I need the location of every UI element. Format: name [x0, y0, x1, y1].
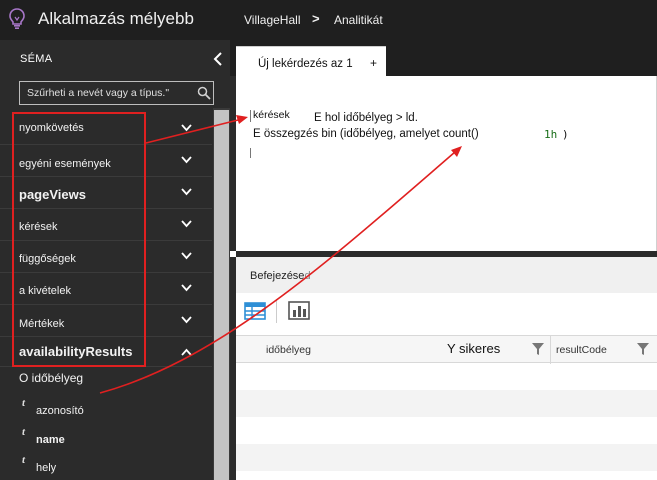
chevron-down-icon[interactable] [181, 188, 192, 196]
field-type-icon: t [22, 426, 26, 438]
table-row[interactable] [236, 444, 657, 471]
tab-new-query[interactable]: Új lekérdezés az 1 + [236, 46, 386, 78]
chevron-down-icon[interactable] [181, 284, 192, 292]
breadcrumb-separator: > [312, 11, 320, 26]
add-tab-button[interactable]: + [370, 56, 377, 70]
schema-header: SÉMA [0, 40, 230, 76]
field-type-icon: t [22, 397, 26, 409]
code-summarize-clause: E összegzés bin (időbélyeg, amelyet coun… [253, 128, 479, 140]
line-marker [250, 148, 251, 158]
column-separator [550, 336, 551, 364]
view-separator [276, 299, 277, 323]
schema-search-input[interactable]: Szűrheti a nevét vagy a típus." [27, 87, 192, 99]
field-label: O időbélyeg [19, 371, 84, 385]
breadcrumb-analytics[interactable]: Analitikát [334, 13, 383, 27]
chevron-down-icon[interactable] [181, 220, 192, 228]
column-header-result-code[interactable]: resultCode [556, 344, 607, 356]
column-header-timestamp[interactable]: időbélyeg [266, 344, 311, 356]
filter-icon[interactable] [637, 343, 649, 355]
search-icon[interactable] [197, 86, 211, 100]
chart-view-icon[interactable] [288, 301, 310, 320]
schema-title: SÉMA [20, 53, 53, 65]
code-close-paren: ) [562, 128, 569, 141]
field-row-name[interactable]: t name [0, 424, 212, 452]
table-row[interactable] [236, 363, 657, 390]
results-grid-header: időbélyeg Y sikeres resultCode [236, 335, 657, 364]
annotation-highlight-box [12, 112, 146, 367]
table-row[interactable] [236, 417, 657, 444]
field-row-location[interactable]: t hely [0, 452, 212, 480]
results-header: Befejezésed [236, 257, 657, 293]
field-row-timestamp[interactable]: O időbélyeg [0, 367, 212, 395]
chevron-left-icon[interactable] [211, 51, 225, 67]
tab-label: Új lekérdezés az 1 [258, 58, 353, 70]
top-bar: Alkalmazás mélyebb VillageHall > Analiti… [0, 0, 657, 40]
code-where-clause: E hol időbélyeg > ld. [314, 112, 418, 124]
chevron-down-icon[interactable] [181, 156, 192, 164]
chevron-down-icon[interactable] [181, 252, 192, 260]
field-row-id[interactable]: t azonosító [0, 395, 212, 423]
app-window: Alkalmazás mélyebb VillageHall > Analiti… [0, 0, 657, 480]
query-tabstrip: Új lekérdezés az 1 + [230, 40, 657, 78]
schema-search-box[interactable]: Szűrheti a nevét vagy a típus." [19, 81, 214, 105]
field-type-icon: t [22, 454, 26, 466]
query-status: Befejezésed [250, 270, 311, 282]
filter-icon[interactable] [532, 343, 544, 355]
status-text: Befejezése [250, 270, 305, 282]
text-cursor [250, 110, 251, 122]
table-row[interactable] [236, 390, 657, 417]
status-suffix: d [304, 270, 311, 282]
query-editor[interactable]: kérések E hol időbélyeg > ld. E összegzé… [236, 76, 657, 251]
chevron-down-icon[interactable] [181, 316, 192, 324]
main-panel: Új lekérdezés az 1 + kérések E hol időbé… [230, 40, 657, 480]
sidebar-scrollbar-thumb[interactable] [214, 110, 229, 480]
column-header-success[interactable]: Y sikeres [447, 341, 500, 356]
chevron-up-icon[interactable] [181, 348, 192, 356]
field-label: hely [36, 462, 57, 474]
chevron-down-icon[interactable] [181, 124, 192, 132]
field-label: name [36, 434, 65, 446]
table-view-icon[interactable] [244, 302, 266, 320]
code-table-name: kérések [253, 109, 290, 121]
results-panel: Befejezésed időbélyeg Y sikeres resultCo… [230, 257, 657, 480]
code-bin-value: 1h [544, 128, 558, 141]
lightbulb-icon [9, 8, 25, 29]
app-title: Alkalmazás mélyebb [38, 9, 194, 28]
breadcrumb-villagehall[interactable]: VillageHall [244, 13, 300, 27]
field-label: azonosító [36, 405, 84, 417]
